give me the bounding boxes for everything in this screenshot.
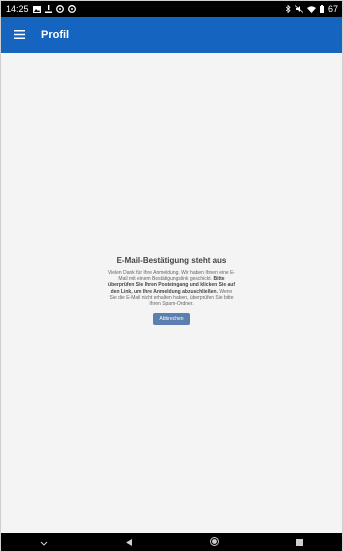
main-content: E-Mail-Bestätigung steht aus Vielen Dank… — [1, 53, 342, 535]
page-title: Profil — [41, 29, 70, 41]
cancel-button[interactable]: Abbrechen — [153, 313, 190, 326]
confirmation-title: E-Mail-Bestätigung steht aus — [116, 256, 227, 265]
chevron-down-icon — [40, 533, 48, 551]
sync-notification-icon — [55, 5, 64, 13]
wifi-icon — [306, 5, 316, 13]
hamburger-menu-icon — [13, 26, 25, 44]
bluetooth-icon — [285, 5, 291, 13]
back-triangle-icon — [125, 533, 132, 551]
email-confirmation-card: E-Mail-Bestätigung steht aus Vielen Dank… — [107, 256, 237, 326]
status-right: 67 — [285, 4, 338, 14]
status-left: 14:25 — [6, 4, 76, 14]
image-notification-icon — [32, 5, 41, 13]
warning-notification-icon — [44, 5, 52, 13]
sync-notification-icon-2 — [67, 5, 76, 13]
battery-level: 67 — [327, 4, 338, 14]
home-circle-icon — [209, 533, 219, 551]
battery-icon — [319, 5, 324, 13]
menu-button[interactable] — [9, 25, 29, 45]
confirmation-text: Vielen Dank für Ihre Anmeldung. Wir habe… — [107, 270, 237, 307]
app-bar: Profil — [1, 17, 342, 53]
recents-square-icon — [295, 533, 303, 551]
nav-collapse-button[interactable] — [34, 535, 54, 549]
status-bar: 14:25 67 — [1, 1, 342, 17]
nav-home-button[interactable] — [204, 535, 224, 549]
device-screen: 14:25 67 Profil E-Mail-Bestätigung steht… — [0, 0, 343, 552]
mute-icon — [294, 5, 303, 13]
system-navigation-bar — [1, 533, 342, 551]
nav-recents-button[interactable] — [289, 535, 309, 549]
nav-back-button[interactable] — [119, 535, 139, 549]
status-time: 14:25 — [6, 4, 29, 14]
